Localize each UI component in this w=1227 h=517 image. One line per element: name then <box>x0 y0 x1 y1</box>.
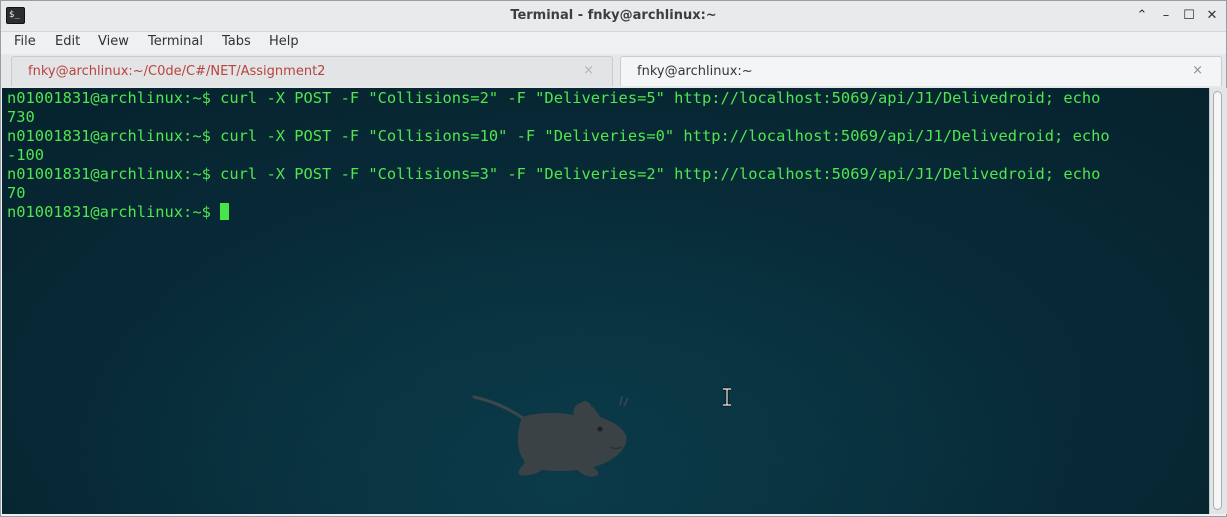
tab-close-icon[interactable]: × <box>583 63 594 78</box>
menu-edit[interactable]: Edit <box>55 32 80 54</box>
terminal-output[interactable]: n01001831@archlinux:~$ curl -X POST -F "… <box>2 88 1209 514</box>
menu-bar: File Edit View Terminal Tabs Help <box>1 32 1226 54</box>
tab-close-icon[interactable]: × <box>1192 63 1203 78</box>
xfce-mouse-icon <box>472 395 629 477</box>
tab-bar: fnky@archlinux:~/C0de/C#/NET/Assignment2… <box>1 54 1226 88</box>
menu-tabs[interactable]: Tabs <box>222 32 251 54</box>
terminal-line: 70 <box>7 184 26 202</box>
minimize-icon[interactable]: – <box>1157 7 1175 25</box>
tab-label: fnky@archlinux:~/C0de/C#/NET/Assignment2 <box>28 64 326 79</box>
menu-terminal[interactable]: Terminal <box>148 32 203 54</box>
menu-view[interactable]: View <box>98 32 129 54</box>
menu-file[interactable]: File <box>14 32 36 54</box>
menu-help[interactable]: Help <box>269 32 299 54</box>
tab-assignment2[interactable]: fnky@archlinux:~/C0de/C#/NET/Assignment2… <box>11 56 613 86</box>
terminal-line: n01001831@archlinux:~$ curl -X POST -F "… <box>7 165 1101 183</box>
maximize-icon[interactable]: ☐ <box>1180 7 1198 25</box>
terminal-line: -100 <box>7 146 45 164</box>
terminal-line: 730 <box>7 108 35 126</box>
terminal-prompt: n01001831@archlinux:~$ <box>7 203 221 221</box>
terminal-window: $_ Terminal - fnky@archlinux:~ ⌃ – ☐ ✕ F… <box>0 0 1227 517</box>
scrollbar-thumb[interactable] <box>1213 91 1222 510</box>
text-cursor-icon <box>723 387 731 407</box>
terminal-line: n01001831@archlinux:~$ curl -X POST -F "… <box>7 127 1110 145</box>
title-bar[interactable]: $_ Terminal - fnky@archlinux:~ ⌃ – ☐ ✕ <box>1 1 1226 32</box>
tab-label: fnky@archlinux:~ <box>637 64 753 79</box>
terminal-cursor <box>220 203 230 220</box>
close-icon[interactable]: ✕ <box>1203 7 1221 25</box>
terminal-prompt-line[interactable]: n01001831@archlinux:~$ <box>7 203 230 222</box>
tab-home[interactable]: fnky@archlinux:~ × <box>620 56 1222 86</box>
chevron-up-icon[interactable]: ⌃ <box>1133 7 1151 25</box>
terminal-line: n01001831@archlinux:~$ curl -X POST -F "… <box>7 89 1101 107</box>
terminal-scrollbar[interactable] <box>1209 88 1227 514</box>
window-title: Terminal - fnky@archlinux:~ <box>510 8 717 23</box>
